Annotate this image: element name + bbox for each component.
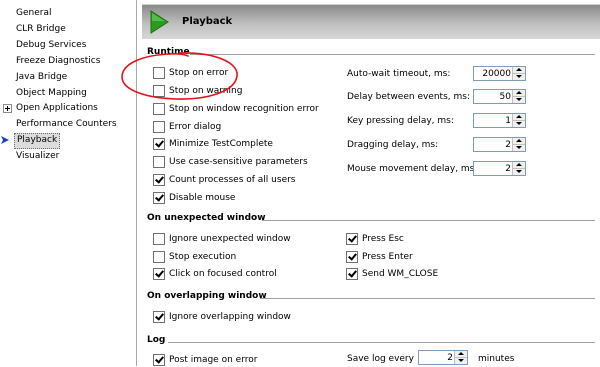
spin-down-icon[interactable] <box>513 121 525 127</box>
page-header: Playback <box>142 4 600 39</box>
checkbox-box[interactable] <box>153 233 165 245</box>
spin-down-icon[interactable] <box>513 145 525 151</box>
unexpected-window-divider <box>262 220 595 222</box>
checkbox-box[interactable] <box>153 192 165 204</box>
spin-up-icon[interactable] <box>513 162 525 169</box>
checkbox-box[interactable] <box>153 138 165 150</box>
checkbox-label: Disable mouse <box>169 193 236 203</box>
tree-item-open-applications[interactable]: Open Applications <box>14 101 100 115</box>
checkbox-box[interactable] <box>153 174 165 186</box>
checkbox-label: Ignore unexpected window <box>169 234 291 244</box>
checkbox-box[interactable] <box>346 251 358 263</box>
checkbox-box[interactable] <box>346 233 358 245</box>
spin-down-icon[interactable] <box>513 97 525 103</box>
spinner-value: 2 <box>505 164 511 174</box>
settings-tree: General CLR Bridge Debug Services Freeze… <box>0 0 137 366</box>
tree-item-general[interactable]: General <box>14 6 53 20</box>
checkbox-label: Use case-sensitive parameters <box>169 157 308 167</box>
tree-item-java-bridge[interactable]: Java Bridge <box>14 70 69 84</box>
key-pressing-delay-spinner[interactable]: 1 <box>473 113 526 128</box>
spin-up-icon[interactable] <box>513 90 525 97</box>
page-title: Playback <box>182 16 233 27</box>
checkbox-label: Stop execution <box>169 252 237 262</box>
spin-up-icon[interactable] <box>455 351 467 358</box>
spinner-buttons <box>512 138 525 151</box>
checkbox-box[interactable] <box>153 354 165 366</box>
dragging-delay-spinner[interactable]: 2 <box>473 137 526 152</box>
tree-item-playback[interactable]: Playback <box>14 133 61 149</box>
spinner-buttons <box>512 90 525 103</box>
log-section-title: Log <box>147 335 166 345</box>
spinner-buttons <box>512 162 525 175</box>
spinner-buttons <box>512 67 525 80</box>
checkbox-box[interactable] <box>153 156 165 168</box>
checkbox-box[interactable] <box>153 251 165 263</box>
checkbox-label: Error dialog <box>169 122 222 132</box>
checkbox-box[interactable] <box>153 121 165 133</box>
spin-up-icon[interactable] <box>513 67 525 74</box>
spin-down-icon[interactable] <box>513 169 525 175</box>
spin-down-icon[interactable] <box>455 358 467 364</box>
tree-item-performance-counters[interactable]: Performance Counters <box>14 117 119 131</box>
checkbox-label: Post image on error <box>169 355 258 365</box>
spinner-value: 2 <box>505 140 511 150</box>
tree-item-object-mapping[interactable]: Object Mapping <box>14 86 89 100</box>
checkbox-label: Ignore overlapping window <box>169 312 291 322</box>
delay-between-events-label: Delay between events, ms: <box>347 92 470 102</box>
checkbox-label: Send WM_CLOSE <box>362 269 439 279</box>
auto-wait-timeout-label: Auto-wait timeout, ms: <box>347 69 451 79</box>
checkbox-box[interactable] <box>346 268 358 280</box>
log-divider <box>168 342 595 344</box>
dragging-delay-label: Dragging delay, ms: <box>347 140 439 150</box>
checkbox-label: Click on focused control <box>169 269 277 279</box>
play-icon <box>150 10 169 34</box>
expand-icon[interactable] <box>3 104 12 113</box>
spinner-value: 20000 <box>482 69 511 79</box>
checkbox-label: Count processes of all users <box>169 175 296 185</box>
save-log-unit-label: minutes <box>478 354 515 364</box>
unexpected-window-section-title: On unexpected window <box>147 213 266 223</box>
spin-up-icon[interactable] <box>513 114 525 121</box>
auto-wait-timeout-spinner[interactable]: 20000 <box>473 66 526 81</box>
spinner-buttons <box>512 114 525 127</box>
selection-arrow-icon <box>1 136 9 144</box>
tree-item-visualizer[interactable]: Visualizer <box>14 149 61 163</box>
checkbox-label: Press Esc <box>362 234 404 244</box>
save-log-every-label: Save log every <box>347 354 414 364</box>
delay-between-events-spinner[interactable]: 50 <box>473 89 526 104</box>
runtime-divider <box>190 54 595 56</box>
checkbox-label: Minimize TestComplete <box>169 139 273 149</box>
checkbox-label: Press Enter <box>362 252 413 262</box>
spin-up-icon[interactable] <box>513 138 525 145</box>
overlapping-window-divider <box>260 298 595 300</box>
tree-item-freeze-diagnostics[interactable]: Freeze Diagnostics <box>14 54 102 68</box>
spin-down-icon[interactable] <box>513 74 525 80</box>
checkbox-box[interactable] <box>153 311 165 323</box>
tree-item-debug-services[interactable]: Debug Services <box>14 38 88 52</box>
annotation-ellipse <box>121 52 238 100</box>
spinner-value: 1 <box>505 116 511 126</box>
tree-item-clr-bridge[interactable]: CLR Bridge <box>14 22 68 36</box>
overlapping-window-section-title: On overlapping window <box>147 291 267 301</box>
key-pressing-delay-label: Key pressing delay, ms: <box>347 116 454 126</box>
mouse-movement-delay-label: Mouse movement delay, ms: <box>347 164 478 174</box>
save-log-interval-spinner[interactable]: 2 <box>418 350 468 365</box>
checkbox-box[interactable] <box>153 268 165 280</box>
mouse-movement-delay-spinner[interactable]: 2 <box>473 161 526 176</box>
spinner-buttons <box>454 351 467 364</box>
checkbox-box[interactable] <box>153 103 165 115</box>
spinner-value: 50 <box>499 92 511 102</box>
spinner-value: 2 <box>447 353 453 363</box>
checkbox-label: Stop on window recognition error <box>169 104 319 114</box>
